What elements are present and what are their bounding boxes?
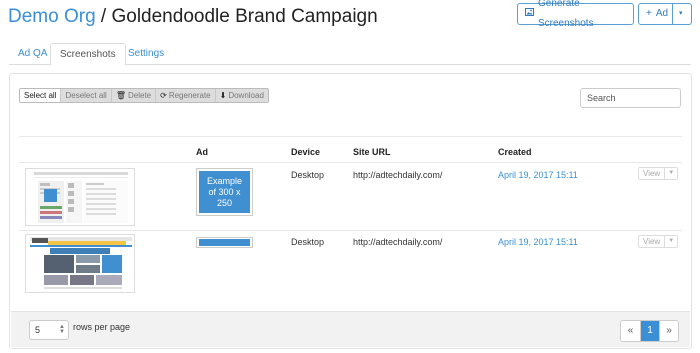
divider xyxy=(19,136,682,137)
refresh-icon: ⟳ xyxy=(160,91,167,100)
caret-down-icon: ▾ xyxy=(679,10,683,17)
device-cell: Desktop xyxy=(291,237,325,247)
view-button-group: View ▼ xyxy=(638,235,679,248)
spinner-arrows-icon: ▲ ▼ xyxy=(59,324,65,335)
column-header-created: Created xyxy=(498,147,532,157)
add-ad-label: Ad xyxy=(655,8,669,19)
tab-screenshots[interactable]: Screenshots xyxy=(50,43,126,66)
view-button[interactable]: View xyxy=(639,168,665,179)
column-header-site-url: Site URL xyxy=(353,147,391,157)
rows-per-page-label: rows per page xyxy=(73,322,131,332)
plus-icon: + xyxy=(646,8,652,19)
add-ad-button[interactable]: + Ad xyxy=(638,3,673,25)
pager-prev-button[interactable]: « xyxy=(621,321,640,341)
caret-down-icon[interactable]: ▼ xyxy=(664,236,678,247)
generate-screenshots-label: Generate Screenshots xyxy=(538,0,594,29)
add-dropdown-button[interactable]: ▾ xyxy=(672,3,692,25)
tab-bar: Ad QA Screenshots Settings xyxy=(9,43,691,66)
divider xyxy=(19,162,682,163)
search-input[interactable] xyxy=(580,88,681,108)
caret-down-icon[interactable]: ▼ xyxy=(664,168,678,179)
view-button-group: View ▼ xyxy=(638,167,679,180)
ad-creative[interactable]: Example of 300 x 250 xyxy=(196,168,253,216)
delete-button[interactable]: 🗑 Delete xyxy=(110,89,156,102)
screenshot-thumbnail[interactable] xyxy=(25,234,135,293)
page-size-value: 5 xyxy=(35,325,41,335)
image-icon xyxy=(525,4,534,24)
page-size-select[interactable]: 5 ▲ ▼ xyxy=(29,320,69,340)
select-all-button[interactable]: Select all xyxy=(20,89,61,102)
site-url-cell: http://adtechdaily.com/ xyxy=(353,170,443,180)
regenerate-button[interactable]: ⟳ Regenerate xyxy=(155,89,215,102)
screenshot-thumbnail[interactable] xyxy=(25,168,135,226)
view-button[interactable]: View xyxy=(639,236,665,247)
deselect-all-button[interactable]: Deselect all xyxy=(60,89,111,102)
org-link[interactable]: Demo Org xyxy=(8,6,96,27)
site-url-cell: http://adtechdaily.com/ xyxy=(353,237,443,247)
divider xyxy=(19,230,682,231)
column-header-ad: Ad xyxy=(196,147,208,157)
screenshots-panel: Select all Deselect all 🗑 Delete ⟳ Regener… xyxy=(9,73,692,349)
tab-settings[interactable]: Settings xyxy=(119,43,173,66)
created-cell[interactable]: April 19, 2017 15:11 xyxy=(498,237,578,247)
trash-icon: 🗑 xyxy=(115,91,126,100)
device-cell: Desktop xyxy=(291,170,325,180)
title-separator: / xyxy=(95,6,112,27)
column-header-device: Device xyxy=(291,147,321,157)
generate-screenshots-button[interactable]: Generate Screenshots xyxy=(517,0,634,29)
ad-creative-text xyxy=(199,239,250,246)
pager-next-button[interactable]: » xyxy=(659,321,678,341)
bulk-action-toolbar: Select all Deselect all 🗑 Delete ⟳ Regener… xyxy=(19,88,269,103)
download-button[interactable]: ⬇ Download xyxy=(214,89,268,102)
pager-page-button[interactable]: 1 xyxy=(640,321,659,341)
created-cell[interactable]: April 19, 2017 15:11 xyxy=(498,170,578,180)
campaign-name: Goldendoodle Brand Campaign xyxy=(111,6,378,27)
page-title: Demo Org / Goldendoodle Brand Campaign xyxy=(8,5,378,29)
pagination: « 1 » xyxy=(620,320,679,342)
ad-creative-text: Example of 300 x 250 xyxy=(199,171,250,213)
ad-creative[interactable] xyxy=(196,237,253,248)
table-footer: 5 ▲ ▼ rows per page « 1 » xyxy=(11,311,690,347)
